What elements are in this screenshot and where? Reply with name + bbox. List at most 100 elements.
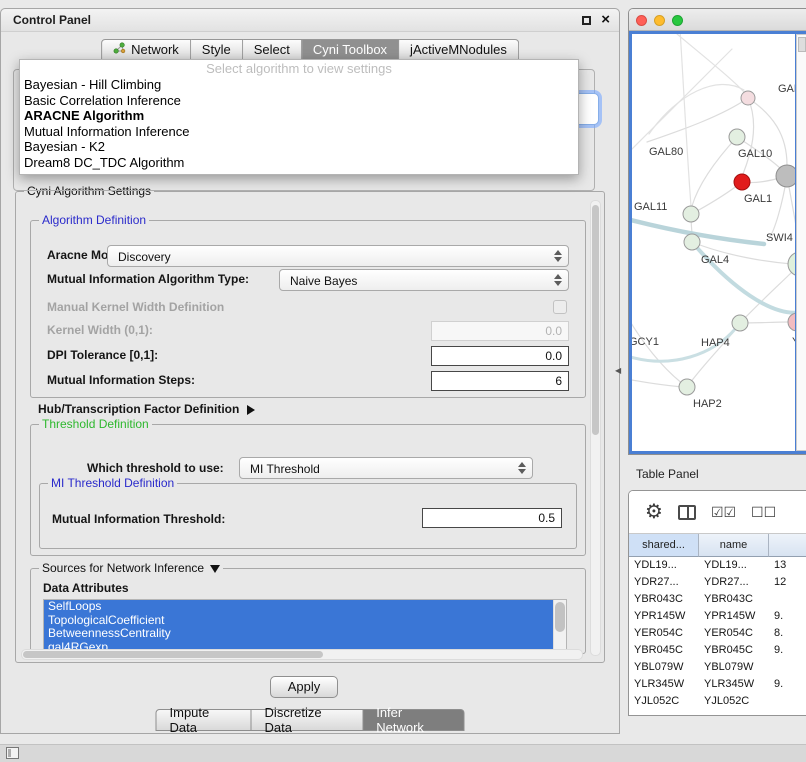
table-row[interactable]: YDL19...YDL19...13 bbox=[629, 557, 806, 574]
chevron-down-icon bbox=[210, 565, 220, 573]
hub-definition-toggle[interactable]: Hub/Transcription Factor Definition bbox=[38, 402, 255, 416]
data-attributes-label: Data Attributes bbox=[43, 581, 129, 595]
sources-toggle[interactable]: Sources for Network Inference bbox=[39, 561, 223, 575]
table-row[interactable]: YER054CYER054C8. bbox=[629, 625, 806, 642]
table-cell: YBR045C bbox=[629, 642, 699, 659]
column-layout-icon[interactable] bbox=[678, 505, 696, 520]
table-panel-window: ⚙ ☑☑ ☐☐ shared...name YDL19...YDL19...13… bbox=[628, 490, 806, 716]
dpi-tolerance-field[interactable]: 0.0 bbox=[431, 346, 569, 366]
panel-splitter-handle[interactable]: ◀ bbox=[615, 366, 621, 375]
network-node-label: GAL10 bbox=[738, 148, 772, 160]
tab-network[interactable]: Network bbox=[101, 39, 191, 60]
attribute-list-scrollbar[interactable] bbox=[553, 600, 566, 650]
network-canvas[interactable]: GALGAL80GAL10GAL11GAL1SWI4GAL4GCY1HAP4YH… bbox=[632, 34, 795, 451]
network-vertical-scrollbar[interactable] bbox=[796, 34, 806, 451]
table-cell: 9. bbox=[769, 642, 806, 659]
table-row[interactable]: YJL052CYJL052C bbox=[629, 693, 806, 710]
mi-threshold-field[interactable]: 0.5 bbox=[422, 508, 562, 528]
table-row[interactable]: YDR27...YDR27...12 bbox=[629, 574, 806, 591]
which-threshold-label: Which threshold to use: bbox=[87, 461, 224, 475]
algorithm-option-basic-correlation-inference[interactable]: Basic Correlation Inference bbox=[20, 93, 578, 109]
algorithm-option-mutual-information-inference[interactable]: Mutual Information Inference bbox=[20, 124, 578, 140]
table-row[interactable]: YBR045CYBR045C9. bbox=[629, 642, 806, 659]
network-node[interactable] bbox=[732, 315, 748, 331]
table-cell: YDL19... bbox=[629, 557, 699, 574]
algorithm-option-dream8-dc-tdc-algorithm[interactable]: Dream8 DC_TDC Algorithm bbox=[20, 155, 578, 171]
close-icon[interactable]: × bbox=[601, 11, 610, 29]
table-cell: YLR345W bbox=[629, 676, 699, 693]
settings-gear-icon[interactable]: ⚙ bbox=[645, 502, 663, 522]
checked-columns-icon[interactable]: ☑☑ bbox=[711, 504, 736, 521]
zoom-button[interactable] bbox=[672, 15, 683, 26]
network-view-window: GALGAL80GAL10GAL11GAL1SWI4GAL4GCY1HAP4YH… bbox=[628, 8, 806, 455]
tab-infer-network[interactable]: Infer Network bbox=[363, 709, 464, 731]
network-node[interactable] bbox=[741, 91, 755, 105]
algorithm-option-bayesian-k2[interactable]: Bayesian - K2 bbox=[20, 139, 578, 155]
attribute-item[interactable]: SelfLoops bbox=[44, 600, 553, 614]
network-node[interactable] bbox=[684, 234, 700, 250]
stepper-arrows-icon bbox=[554, 274, 563, 286]
settings-vertical-scrollbar[interactable] bbox=[590, 200, 601, 656]
network-edge bbox=[692, 137, 737, 206]
network-edge bbox=[680, 34, 691, 206]
which-threshold-combobox[interactable]: MI Threshold bbox=[239, 457, 533, 479]
network-node[interactable] bbox=[679, 379, 695, 395]
bottom-tabs: Impute DataDiscretize DataInfer Network bbox=[156, 709, 465, 731]
tab-impute-data[interactable]: Impute Data bbox=[156, 709, 252, 731]
attribute-list[interactable]: SelfLoopsTopologicalCoefficientBetweenne… bbox=[43, 599, 567, 651]
network-node-label: Y bbox=[792, 336, 795, 348]
settings-horizontal-scrollbar[interactable] bbox=[21, 649, 583, 660]
network-node[interactable] bbox=[734, 174, 750, 190]
table-row[interactable]: YBR043CYBR043C bbox=[629, 591, 806, 608]
network-node[interactable] bbox=[788, 252, 795, 276]
network-node-label: HAP2 bbox=[693, 398, 722, 410]
attribute-item[interactable]: BetweennessCentrality bbox=[44, 627, 553, 641]
algorithm-option-aracne-algorithm[interactable]: ARACNE Algorithm bbox=[20, 108, 578, 124]
unchecked-columns-icon[interactable]: ☐☐ bbox=[751, 504, 776, 521]
column-header[interactable]: name bbox=[699, 534, 769, 557]
network-node-label: GAL80 bbox=[649, 146, 683, 158]
tab-label: jActiveMNodules bbox=[410, 42, 507, 57]
scrollbar-thumb[interactable] bbox=[23, 651, 323, 658]
tab-select[interactable]: Select bbox=[243, 39, 302, 60]
combobox-value: MI Threshold bbox=[250, 462, 320, 476]
dropdown-placeholder: Select algorithm to view settings bbox=[20, 60, 578, 77]
float-window-icon[interactable] bbox=[582, 16, 591, 25]
network-node[interactable] bbox=[776, 165, 795, 187]
table-cell bbox=[769, 693, 806, 710]
table-row[interactable]: YPR145WYPR145W9. bbox=[629, 608, 806, 625]
table-header-row: shared...name bbox=[629, 534, 806, 557]
tab-discretize-data[interactable]: Discretize Data bbox=[252, 709, 364, 731]
mi-threshold-label: Mutual Information Threshold: bbox=[52, 512, 225, 526]
scrollbar-thumb[interactable] bbox=[592, 205, 599, 435]
manual-kernel-label: Manual Kernel Width Definition bbox=[47, 300, 224, 314]
table-cell: YDR27... bbox=[699, 574, 769, 591]
sources-group: Sources for Network Inference Data Attri… bbox=[30, 568, 586, 654]
aracne-mode-combobox[interactable]: Discovery bbox=[107, 245, 569, 267]
apply-button[interactable]: Apply bbox=[270, 676, 338, 698]
column-header[interactable]: shared... bbox=[629, 534, 699, 557]
table-row[interactable]: YBL079WYBL079W bbox=[629, 659, 806, 676]
network-node-label: GCY1 bbox=[632, 336, 659, 348]
table-row[interactable]: YLR345WYLR345W9. bbox=[629, 676, 806, 693]
stepper-arrows-icon bbox=[554, 250, 563, 262]
tab-style[interactable]: Style bbox=[191, 39, 243, 60]
minimized-panel-icon[interactable] bbox=[6, 747, 19, 759]
network-node[interactable] bbox=[788, 313, 795, 331]
column-header[interactable] bbox=[769, 534, 806, 557]
network-node[interactable] bbox=[729, 129, 745, 145]
close-button[interactable] bbox=[636, 15, 647, 26]
tab-cyni-toolbox[interactable]: Cyni Toolbox bbox=[302, 39, 399, 60]
attribute-item[interactable]: TopologicalCoefficient bbox=[44, 614, 553, 628]
mi-algorithm-type-combobox[interactable]: Naive Bayes bbox=[279, 269, 569, 291]
mi-algorithm-type-label: Mutual Information Algorithm Type: bbox=[47, 272, 249, 286]
tab-jactivemnodules[interactable]: jActiveMNodules bbox=[399, 39, 519, 60]
table-cell: 13 bbox=[769, 557, 806, 574]
scrollbar-thumb[interactable] bbox=[555, 602, 565, 632]
network-node[interactable] bbox=[683, 206, 699, 222]
algorithm-option-bayesian-hill-climbing[interactable]: Bayesian - Hill Climbing bbox=[20, 77, 578, 93]
network-window-titlebar bbox=[629, 9, 806, 31]
scrollbar-thumb[interactable] bbox=[798, 37, 806, 52]
minimize-button[interactable] bbox=[654, 15, 665, 26]
mi-steps-field[interactable]: 6 bbox=[431, 371, 569, 391]
